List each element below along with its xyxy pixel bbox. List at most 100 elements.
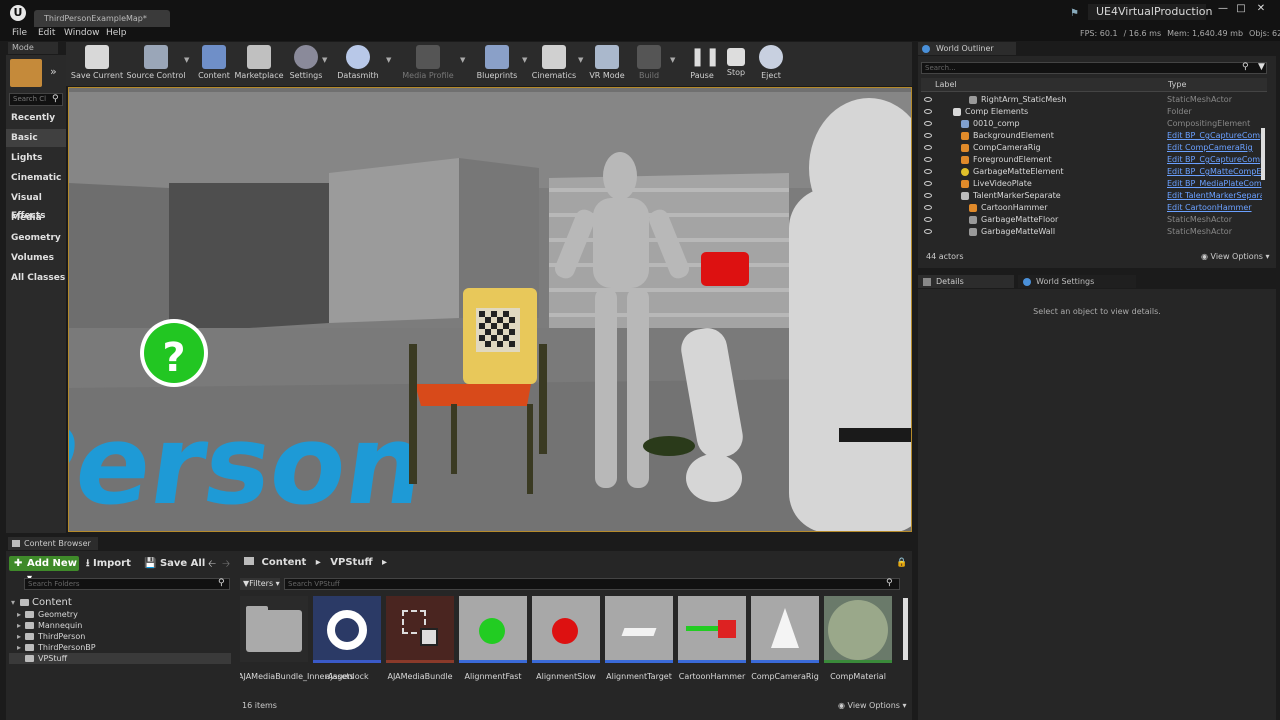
edit-blueprint-link[interactable]: Edit BP_CgCaptureComp bbox=[1167, 154, 1262, 166]
asset-tile[interactable]: AlignmentTarget bbox=[605, 596, 673, 696]
import-button[interactable]: ⭳ Import bbox=[86, 556, 131, 571]
pause-button[interactable]: ❚❚ Pause bbox=[686, 42, 720, 86]
media-profile-button[interactable]: Media Profile bbox=[400, 42, 456, 86]
vr-mode-button[interactable]: VR Mode bbox=[586, 42, 628, 86]
content-browser-view-options-button[interactable]: ◉ View Options ▾ bbox=[838, 701, 907, 710]
visibility-eye-icon[interactable] bbox=[924, 217, 932, 222]
menu-file[interactable]: File bbox=[12, 28, 27, 38]
outliner-scrollbar[interactable] bbox=[1261, 128, 1265, 180]
asset-search-input[interactable]: Search VPStuff bbox=[284, 578, 900, 590]
menu-edit[interactable]: Edit bbox=[38, 28, 55, 38]
tree-item-thirdpersonbp[interactable]: ▸ ThirdPersonBP bbox=[9, 642, 231, 653]
cinematics-dropdown-icon[interactable]: ▼ bbox=[578, 56, 583, 64]
content-button[interactable]: Content bbox=[196, 42, 232, 86]
edit-blueprint-link[interactable]: Edit TalentMarkerSepara bbox=[1167, 190, 1262, 202]
visibility-eye-icon[interactable] bbox=[924, 145, 932, 150]
maximize-icon[interactable]: □ bbox=[1232, 3, 1250, 15]
outliner-row[interactable]: CompCameraRig Edit CompCameraRig bbox=[921, 142, 1261, 154]
tree-item-geometry[interactable]: ▸ Geometry bbox=[9, 609, 231, 620]
outliner-row[interactable]: GarbageMatteElement Edit BP_CgMatteCompE… bbox=[921, 166, 1262, 178]
visibility-eye-icon[interactable] bbox=[924, 229, 932, 234]
blueprints-dropdown-icon[interactable]: ▼ bbox=[522, 56, 527, 64]
asset-tile[interactable]: CartoonHammer bbox=[678, 596, 746, 696]
outliner-row[interactable]: GarbageMatteFloor StaticMeshActor bbox=[921, 214, 1261, 226]
visibility-eye-icon[interactable] bbox=[924, 205, 932, 210]
visibility-eye-icon[interactable] bbox=[924, 97, 932, 102]
menu-window[interactable]: Window bbox=[64, 28, 100, 38]
expand-arrow-icon[interactable]: ▸ bbox=[17, 609, 21, 620]
breadcrumb-content[interactable]: Content bbox=[261, 557, 306, 568]
build-dropdown-icon[interactable]: ▼ bbox=[670, 56, 675, 64]
save-current-button[interactable]: Save Current bbox=[70, 42, 124, 86]
expand-arrow-icon[interactable]: ▸ bbox=[17, 620, 21, 631]
outliner-view-options-button[interactable]: ◉ View Options ▾ bbox=[1201, 252, 1270, 261]
build-button[interactable]: Build bbox=[632, 42, 666, 86]
category-recently-placed[interactable]: Recently Plac bbox=[6, 109, 66, 141]
category-cinematic[interactable]: Cinematic bbox=[6, 169, 66, 187]
visibility-eye-icon[interactable] bbox=[924, 193, 932, 198]
edit-blueprint-link[interactable]: Edit CartoonHammer bbox=[1167, 202, 1262, 214]
outliner-row[interactable]: Comp Elements Folder bbox=[921, 106, 1261, 118]
asset-tile[interactable]: AJAMediaBundle_InnerAssets bbox=[240, 596, 354, 696]
category-all-classes[interactable]: All Classes bbox=[6, 269, 66, 287]
source-control-button[interactable]: Source Control bbox=[126, 42, 186, 86]
expand-arrow-icon[interactable]: ▸ bbox=[17, 631, 21, 642]
marketplace-button[interactable]: Marketplace bbox=[234, 42, 284, 86]
asset-tile[interactable]: AJAMediaBundle bbox=[386, 596, 454, 696]
expand-arrow-icon[interactable]: ▸ bbox=[17, 642, 21, 653]
outliner-row[interactable]: CartoonHammer Edit CartoonHammer bbox=[921, 202, 1261, 214]
filter-icon[interactable]: ▼ bbox=[1258, 62, 1265, 72]
eject-button[interactable]: Eject bbox=[756, 42, 786, 86]
visibility-eye-icon[interactable] bbox=[924, 121, 932, 126]
menu-help[interactable]: Help bbox=[106, 28, 127, 38]
outliner-row[interactable]: BackgroundElement Edit BP_CgCaptureComp bbox=[921, 130, 1262, 142]
datasmith-button[interactable]: Datasmith bbox=[336, 42, 380, 86]
category-lights[interactable]: Lights bbox=[6, 149, 66, 167]
settings-button[interactable]: Settings bbox=[286, 42, 326, 86]
details-tab[interactable]: Details bbox=[918, 275, 1014, 288]
outliner-row[interactable]: 0010_comp CompositingElement bbox=[921, 118, 1261, 130]
asset-grid-scrollbar[interactable] bbox=[903, 598, 908, 660]
level-viewport[interactable]: Person ? bbox=[68, 87, 912, 532]
place-mode-icon[interactable] bbox=[10, 59, 42, 87]
world-settings-tab[interactable]: World Settings bbox=[1018, 275, 1136, 288]
source-control-dropdown-icon[interactable]: ▼ bbox=[184, 56, 189, 64]
tree-item-mannequin[interactable]: ▸ Mannequin bbox=[9, 620, 231, 631]
lock-icon[interactable]: 🔒 bbox=[896, 558, 907, 568]
outliner-row[interactable]: GarbageMatteWall StaticMeshActor bbox=[921, 226, 1261, 238]
close-icon[interactable]: ✕ bbox=[1252, 3, 1270, 15]
world-outliner-tab[interactable]: World Outliner bbox=[918, 42, 1016, 55]
category-volumes[interactable]: Volumes bbox=[6, 249, 66, 267]
map-tab[interactable]: ThirdPersonExampleMap* bbox=[34, 10, 170, 27]
tree-item-vpstuff[interactable]: VPStuff bbox=[9, 653, 231, 664]
cinematics-button[interactable]: Cinematics bbox=[530, 42, 578, 86]
filters-button[interactable]: ▼Filters ▾ bbox=[240, 578, 280, 590]
stop-button[interactable]: Stop bbox=[720, 42, 752, 86]
visibility-eye-icon[interactable] bbox=[924, 133, 932, 138]
save-all-button[interactable]: 💾 Save All bbox=[144, 556, 205, 571]
category-basic[interactable]: Basic bbox=[6, 129, 66, 147]
category-geometry[interactable]: Geometry bbox=[6, 229, 66, 247]
content-browser-tab[interactable]: Content Browser bbox=[8, 537, 98, 550]
asset-tile[interactable]: CompMaterial bbox=[824, 596, 892, 696]
visibility-eye-icon[interactable] bbox=[924, 181, 932, 186]
category-visual-effects[interactable]: Visual Effects bbox=[6, 189, 66, 221]
outliner-row[interactable]: TalentMarkerSeparate Edit TalentMarkerSe… bbox=[921, 190, 1262, 202]
tree-item-thirdperson[interactable]: ▸ ThirdPerson bbox=[9, 631, 231, 642]
outliner-row[interactable]: ForegroundElement Edit BP_CgCaptureComp bbox=[921, 154, 1262, 166]
settings-dropdown-icon[interactable]: ▼ bbox=[322, 56, 327, 64]
edit-blueprint-link[interactable]: Edit BP_MediaPlateComp bbox=[1167, 178, 1262, 190]
column-type-header[interactable]: Type bbox=[1168, 80, 1186, 89]
back-arrow-icon[interactable]: 🡠 bbox=[208, 557, 216, 574]
blueprints-button[interactable]: Blueprints bbox=[474, 42, 520, 86]
category-media[interactable]: Media bbox=[6, 209, 66, 227]
collapse-arrow-icon[interactable]: ▾ bbox=[11, 597, 15, 608]
outliner-search-input[interactable]: Search... bbox=[921, 62, 1267, 74]
outliner-row[interactable]: RightArm_StaticMesh StaticMeshActor bbox=[921, 94, 1261, 106]
tree-item-content[interactable]: ▾ Content bbox=[9, 597, 231, 608]
asset-tile[interactable]: CompCameraRig bbox=[751, 596, 819, 696]
edit-blueprint-link[interactable]: Edit BP_CgMatteCompEle bbox=[1167, 166, 1262, 178]
visibility-eye-icon[interactable] bbox=[924, 169, 932, 174]
media-profile-dropdown-icon[interactable]: ▼ bbox=[460, 56, 465, 64]
forward-arrow-icon[interactable]: 🡢 bbox=[222, 557, 230, 574]
